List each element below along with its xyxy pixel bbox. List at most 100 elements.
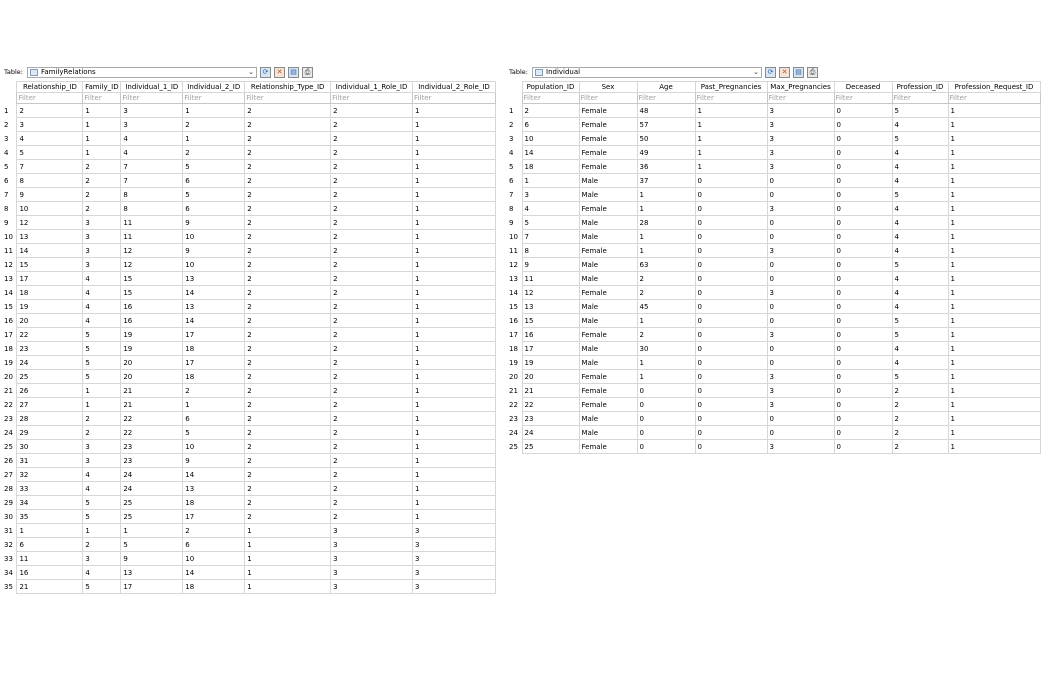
table-cell[interactable]: 2 <box>330 299 414 314</box>
table-cell[interactable]: 0 <box>833 299 893 314</box>
table-cell[interactable]: 2 <box>330 369 414 384</box>
table-cell[interactable]: 0 <box>833 411 893 426</box>
table-cell[interactable]: 12 <box>16 215 84 230</box>
table-cell[interactable]: 3 <box>766 369 835 384</box>
table-cell[interactable]: 0 <box>694 327 768 342</box>
table-cell[interactable]: 0 <box>694 369 768 384</box>
table-row[interactable]: 15 19 4 16 13 2 2 1 <box>4 299 496 314</box>
table-cell[interactable]: 1 <box>947 173 1041 188</box>
table-cell[interactable]: 5 <box>891 327 949 342</box>
table-cell[interactable]: 28 <box>636 215 696 230</box>
table-row[interactable]: 28 33 4 24 13 2 2 1 <box>4 481 496 496</box>
table-cell[interactable]: 5 <box>521 215 580 230</box>
table-cell[interactable]: 6 <box>182 537 246 552</box>
table-cell[interactable]: 2 <box>244 229 332 244</box>
table-cell[interactable]: 2 <box>244 159 332 174</box>
column-header[interactable]: Family_ID <box>82 81 122 93</box>
table-cell[interactable]: 29 <box>16 425 84 440</box>
table-cell[interactable]: 1 <box>947 229 1041 244</box>
table-cell[interactable]: 22 <box>120 425 184 440</box>
table-cell[interactable]: 1 <box>947 201 1041 216</box>
table-cell[interactable]: 1 <box>412 411 496 426</box>
table-cell[interactable]: 0 <box>766 411 835 426</box>
table-cell[interactable]: 2 <box>330 425 414 440</box>
table-cell[interactable]: 1 <box>82 103 122 118</box>
table-select[interactable]: FamilyRelations ⌄ <box>27 66 257 78</box>
table-cell[interactable]: 0 <box>694 285 768 300</box>
table-cell[interactable]: 2 <box>330 397 414 412</box>
table-row[interactable]: 21 26 1 21 2 2 2 1 <box>4 383 496 398</box>
table-cell[interactable]: 10 <box>182 439 246 454</box>
table-cell[interactable]: 1 <box>947 369 1041 384</box>
table-cell[interactable]: 1 <box>182 397 246 412</box>
column-header[interactable]: Population_ID <box>521 81 580 93</box>
table-cell[interactable]: 18 <box>182 579 246 594</box>
table-row[interactable]: 8 4 Female 1 0 3 0 4 1 <box>509 201 1041 216</box>
table-cell[interactable]: 17 <box>120 579 184 594</box>
table-cell[interactable]: Male <box>578 257 638 272</box>
table-cell[interactable]: 4 <box>891 173 949 188</box>
table-cell[interactable]: 2 <box>244 327 332 342</box>
table-cell[interactable]: 0 <box>694 243 768 258</box>
table-cell[interactable]: 2 <box>182 383 246 398</box>
table-cell[interactable]: 1 <box>412 173 496 188</box>
table-cell[interactable]: 9 <box>182 215 246 230</box>
table-cell[interactable]: 3 <box>82 551 122 566</box>
table-cell[interactable]: 3 <box>82 243 122 258</box>
table-cell[interactable]: 20 <box>521 369 580 384</box>
table-cell[interactable]: 4 <box>891 159 949 174</box>
table-cell[interactable]: Male <box>578 271 638 286</box>
table-cell[interactable]: 2 <box>521 103 580 118</box>
table-cell[interactable]: 1 <box>947 117 1041 132</box>
table-row[interactable]: 32 6 2 5 6 1 3 3 <box>4 537 496 552</box>
table-cell[interactable]: 2 <box>891 439 949 454</box>
table-cell[interactable]: 18 <box>16 285 84 300</box>
table-cell[interactable]: 7 <box>120 173 184 188</box>
table-row[interactable]: 14 18 4 15 14 2 2 1 <box>4 285 496 300</box>
table-cell[interactable]: 13 <box>16 229 84 244</box>
table-cell[interactable]: 1 <box>412 299 496 314</box>
table-cell[interactable]: 1 <box>947 411 1041 426</box>
table-cell[interactable]: 3 <box>330 523 414 538</box>
table-cell[interactable]: 1 <box>694 159 768 174</box>
table-cell[interactable]: 0 <box>833 117 893 132</box>
table-cell[interactable]: 4 <box>82 313 122 328</box>
table-cell[interactable]: 2 <box>330 103 414 118</box>
table-cell[interactable]: 1 <box>947 425 1041 440</box>
table-cell[interactable]: 1 <box>947 327 1041 342</box>
column-header[interactable]: Past_Pregnancies <box>694 81 768 93</box>
table-cell[interactable]: Male <box>578 355 638 370</box>
column-header[interactable]: Relationship_Type_ID <box>244 81 332 93</box>
table-cell[interactable]: 9 <box>16 187 84 202</box>
table-cell[interactable]: 4 <box>82 271 122 286</box>
table-cell[interactable]: 5 <box>82 579 122 594</box>
table-cell[interactable]: 2 <box>244 425 332 440</box>
table-cell[interactable]: Male <box>578 299 638 314</box>
filter-input[interactable]: Filter <box>694 92 768 104</box>
table-row[interactable]: 20 25 5 20 18 2 2 1 <box>4 369 496 384</box>
table-cell[interactable]: Female <box>578 159 638 174</box>
table-cell[interactable]: 0 <box>833 327 893 342</box>
table-cell[interactable]: 6 <box>182 173 246 188</box>
table-cell[interactable]: 4 <box>891 243 949 258</box>
table-cell[interactable]: 3 <box>120 117 184 132</box>
table-cell[interactable]: 0 <box>833 285 893 300</box>
table-cell[interactable]: 2 <box>330 495 414 510</box>
table-cell[interactable]: 21 <box>521 383 580 398</box>
table-cell[interactable]: 1 <box>82 145 122 160</box>
table-cell[interactable]: 25 <box>120 495 184 510</box>
table-cell[interactable]: 2 <box>182 523 246 538</box>
table-cell[interactable]: 1 <box>412 243 496 258</box>
table-cell[interactable]: 1 <box>412 327 496 342</box>
table-cell[interactable]: 2 <box>244 313 332 328</box>
table-cell[interactable]: 5 <box>16 145 84 160</box>
table-cell[interactable]: 0 <box>694 229 768 244</box>
table-cell[interactable]: 24 <box>521 425 580 440</box>
table-cell[interactable]: 0 <box>833 201 893 216</box>
table-cell[interactable]: 18 <box>182 495 246 510</box>
table-cell[interactable]: 8 <box>521 243 580 258</box>
table-cell[interactable]: 32 <box>16 467 84 482</box>
table-cell[interactable]: 2 <box>82 537 122 552</box>
table-cell[interactable]: 23 <box>16 341 84 356</box>
table-cell[interactable]: 1 <box>412 369 496 384</box>
